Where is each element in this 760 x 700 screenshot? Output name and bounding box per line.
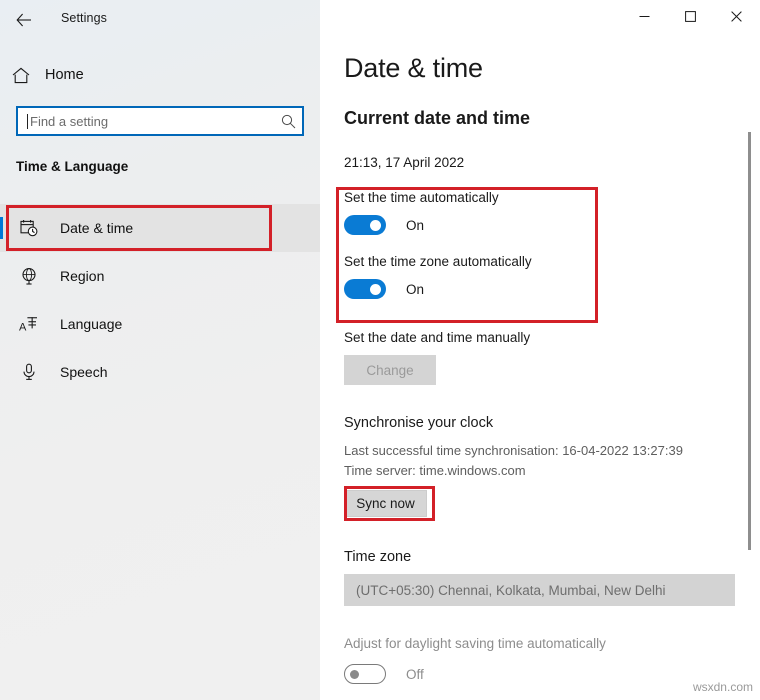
- watermark: wsxdn.com: [692, 680, 753, 694]
- toggle-knob: [370, 283, 381, 295]
- set-time-automatically-toggle[interactable]: [344, 215, 386, 235]
- section-heading-time-zone: Time zone: [344, 549, 412, 565]
- home-label: Home: [45, 67, 84, 83]
- current-datetime-value: 21:13, 17 April 2022: [344, 155, 465, 170]
- sidebar-item-home[interactable]: Home: [0, 60, 320, 90]
- scrollbar-track[interactable]: [745, 40, 757, 700]
- scrollbar-thumb[interactable]: [748, 132, 751, 550]
- daylight-saving-row: Off: [344, 664, 424, 684]
- sidebar-nav-list: Date & time Region A Language Speech: [0, 204, 320, 396]
- settings-window: Settings Home Time & Language: [0, 0, 760, 700]
- content-pane: Date & time Current date and time 21:13,…: [320, 0, 760, 700]
- set-timezone-automatically-toggle[interactable]: [344, 279, 386, 299]
- selection-indicator: [0, 217, 3, 239]
- sidebar-item-label: Region: [60, 268, 105, 284]
- sidebar-item-language[interactable]: A Language: [0, 300, 320, 348]
- sidebar-item-region[interactable]: Region: [0, 252, 320, 300]
- last-sync-text: Last successful time synchronisation: 16…: [344, 443, 683, 458]
- section-heading-current-date-time: Current date and time: [344, 108, 531, 128]
- search-icon[interactable]: [274, 114, 302, 129]
- window-title: Settings: [61, 11, 107, 25]
- time-zone-select[interactable]: (UTC+05:30) Chennai, Kolkata, Mumbai, Ne…: [344, 574, 735, 606]
- language-icon: A: [16, 315, 42, 333]
- page-title: Date & time: [344, 53, 483, 83]
- category-heading: Time & Language: [16, 159, 129, 174]
- set-timezone-automatically-row: On: [344, 278, 606, 300]
- minimize-button[interactable]: [621, 0, 667, 32]
- calendar-clock-icon: [16, 219, 42, 237]
- navigation-pane: Settings Home Time & Language: [0, 0, 320, 700]
- titlebar-right: [320, 0, 760, 40]
- close-button[interactable]: [713, 0, 759, 32]
- sidebar-item-speech[interactable]: Speech: [0, 348, 320, 396]
- toggle-knob: [370, 219, 381, 231]
- microphone-icon: [16, 363, 42, 381]
- search-box[interactable]: [16, 106, 304, 136]
- daylight-saving-toggle[interactable]: [344, 664, 386, 684]
- back-button[interactable]: [6, 4, 42, 36]
- set-timezone-automatically-label: Set the time zone automatically: [344, 254, 532, 269]
- sidebar-item-label: Speech: [60, 364, 108, 380]
- toggle-knob: [350, 669, 359, 679]
- sidebar-item-label: Date & time: [60, 220, 134, 236]
- automatic-time-settings-group: Set the time automatically On Set the ti…: [344, 190, 606, 318]
- set-timezone-automatically-state: On: [406, 281, 425, 297]
- set-time-automatically-label: Set the time automatically: [344, 190, 499, 205]
- set-time-automatically-state: On: [406, 217, 425, 233]
- search-input[interactable]: [28, 108, 274, 134]
- sidebar-item-date-time[interactable]: Date & time: [0, 204, 320, 252]
- globe-icon: [16, 267, 42, 285]
- time-server-text: Time server: time.windows.com: [344, 463, 526, 478]
- home-icon: [0, 67, 42, 84]
- set-date-time-manually-label: Set the date and time manually: [344, 330, 531, 345]
- maximize-button[interactable]: [667, 0, 713, 32]
- titlebar-left: Settings: [0, 0, 320, 40]
- svg-text:A: A: [19, 322, 27, 334]
- daylight-saving-label: Adjust for daylight saving time automati…: [344, 636, 606, 651]
- sync-now-button[interactable]: Sync now: [344, 490, 427, 517]
- sidebar-item-label: Language: [60, 316, 123, 332]
- daylight-saving-state: Off: [406, 666, 424, 682]
- change-button[interactable]: Change: [344, 355, 436, 385]
- set-time-automatically-row: On: [344, 214, 606, 236]
- section-heading-synchronise-clock: Synchronise your clock: [344, 415, 494, 431]
